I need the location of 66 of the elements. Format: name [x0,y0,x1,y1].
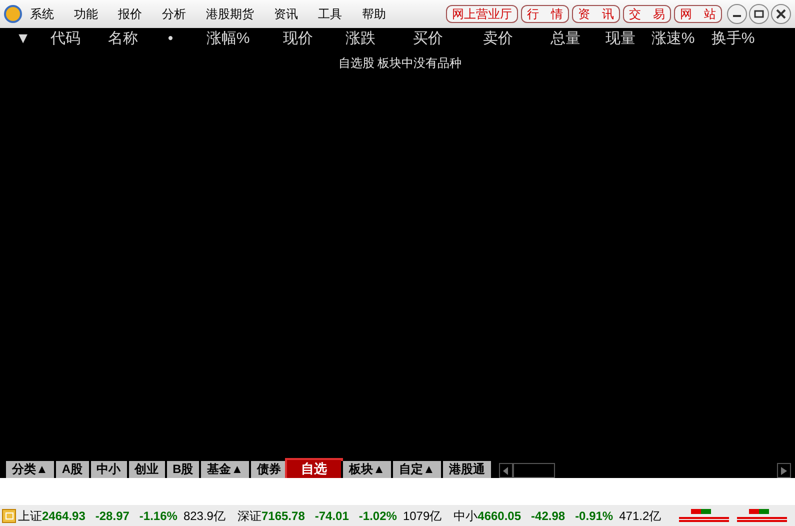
sheet-tab[interactable]: 债券 [249,461,288,478]
scrollbar-track[interactable] [512,463,555,478]
sheet-tab[interactable]: 中小 [88,461,127,478]
sheet-tab[interactable]: 港股通 [440,461,491,478]
scroll-left-button[interactable] [498,463,513,478]
index-change: -28.97 [95,508,130,524]
index-value: 2464.93 [42,508,86,524]
right-arrow-icon [781,466,787,474]
menu-item[interactable]: 系统 [30,5,54,23]
index-percent: -0.91% [575,508,614,524]
maximize-button[interactable] [749,4,769,24]
menu-item[interactable]: 分析 [162,5,186,23]
menu-item[interactable]: 报价 [118,5,142,23]
sheet-tab[interactable]: B股 [164,461,200,478]
menu-item[interactable]: 工具 [318,5,342,23]
sheet-tab[interactable]: 板块▲ [341,461,392,478]
index-percent: -1.02% [358,508,397,524]
column-header[interactable]: 代码 [38,28,93,50]
quick-button[interactable]: 网上营业厅 [446,5,518,23]
menu-item[interactable]: 帮助 [362,5,386,23]
quick-button[interactable]: 行 情 [521,5,569,23]
scroll-right-button[interactable] [777,463,791,478]
index-change: -74.01 [314,508,349,524]
column-header[interactable]: ▼ [8,28,38,50]
sheet-tab[interactable]: 自选 [287,460,342,478]
menu-item[interactable]: 港股期货 [206,5,254,23]
sheet-tab[interactable]: 基金▲ [199,461,250,478]
index-name: 上证 [18,508,42,524]
index-name: 中小 [454,508,478,524]
market-indicator-icon [677,508,789,522]
index-amount: 471.2亿 [619,508,662,524]
column-header[interactable]: 现价 [268,28,328,50]
sheet-tab[interactable]: 分类▲ [4,461,54,478]
sheet-tab[interactable]: A股 [54,461,89,478]
quick-button[interactable]: 交 易 [623,5,671,23]
column-header[interactable]: 涨速% [643,28,703,50]
maximize-icon [754,9,764,19]
column-header[interactable]: • [153,28,188,50]
column-header[interactable]: 涨跌 [328,28,393,50]
close-button[interactable] [771,4,791,24]
index-change: -42.98 [531,508,566,524]
window-icon [2,508,16,522]
column-header[interactable]: 换手% [703,28,763,50]
menu-item[interactable]: 功能 [74,5,98,23]
column-header[interactable]: 现量 [598,28,643,50]
close-icon [776,9,786,19]
index-amount: 1079亿 [402,508,442,524]
column-header[interactable]: 名称 [93,28,153,50]
app-logo-icon [4,5,22,23]
empty-message: 自选股 板块中没有品种 [338,55,462,72]
minimize-button[interactable] [727,4,747,24]
column-header[interactable]: 总量 [533,28,598,50]
index-value: 4660.05 [478,508,522,524]
index-value: 7165.78 [261,508,305,524]
column-header[interactable]: 卖价 [463,28,533,50]
index-name: 深证 [237,508,262,524]
sheet-tab[interactable]: 创业 [126,461,165,478]
quick-button[interactable]: 网 站 [674,5,722,23]
quick-button[interactable]: 资 讯 [572,5,620,23]
column-header[interactable]: 买价 [393,28,463,50]
index-percent: -1.16% [139,508,178,524]
column-header[interactable]: 涨幅% [188,28,268,50]
index-amount: 823.9亿 [183,508,226,524]
left-arrow-icon [502,466,509,474]
menu-item[interactable]: 资讯 [274,5,298,23]
sheet-tab[interactable]: 自定▲ [391,461,441,478]
